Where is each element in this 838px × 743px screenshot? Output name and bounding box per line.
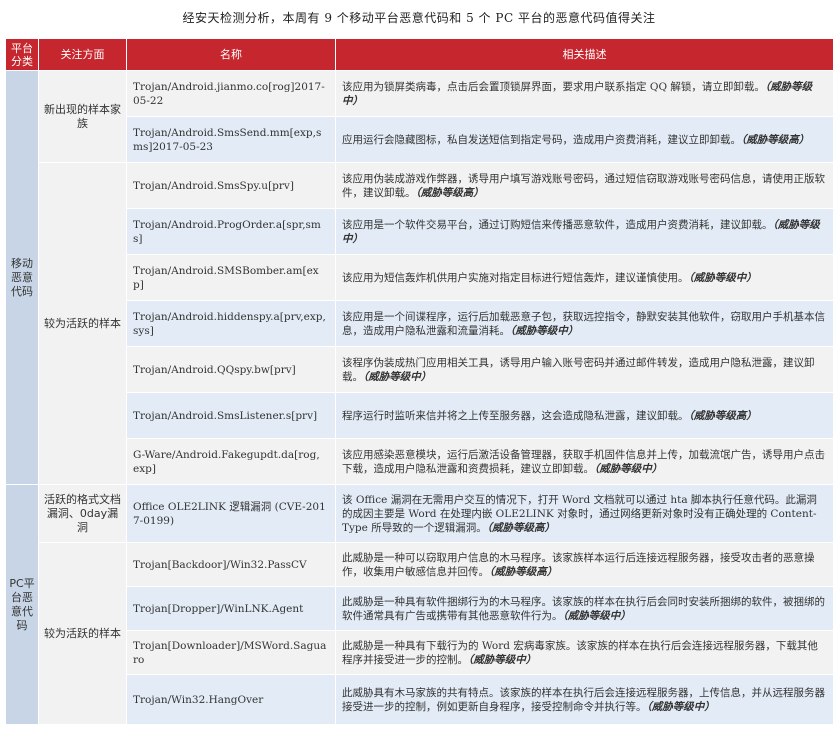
malware-name: Trojan[Dropper]/WinLNK.Agent [126,586,336,631]
table-row: Trojan[Dropper]/WinLNK.Agent 此威胁是一种具有软件捆… [6,586,834,631]
threat-level: （威胁等级中） [688,271,757,284]
malware-name: Trojan/Android.SmsSend.mm[exp,sms]2017-0… [126,116,336,163]
malware-desc: 该 Office 漏洞在无需用户交互的情况下，打开 Word 文档就可以通过 h… [335,484,834,543]
table-row: Trojan/Android.QQspy.bw[prv] 该程序伪装成热门应用相… [6,346,834,393]
focus-pc-vuln: 活跃的格式文档漏洞、0day漏洞 [38,484,127,543]
malware-desc: 该应用伪装成游戏作弊器，诱导用户填写游戏账号密码，通过短信窃取游戏账号密码信息，… [335,162,834,209]
table-row: Trojan/Android.SMSBomber.am[exp] 该应用为短信轰… [6,254,834,301]
malware-desc: 该应用为短信轰炸机供用户实施对指定目标进行短信轰炸，建议谨慎使用。（威胁等级中） [335,254,834,301]
header-desc: 相关描述 [335,38,834,71]
header-focus: 关注方面 [38,38,127,71]
malware-desc: 该应用为锁屏类病毒，点击后会置顶锁屏界面，要求用户联系指定 QQ 解锁，请立即卸… [335,70,834,117]
header-category: 平台分类 [5,38,39,71]
threat-level: （威胁等级中） [594,462,663,475]
malware-desc: 此威胁是一种具有下载行为的 Word 宏病毒家族。该家族的样本在执行后会连接远程… [335,630,834,675]
threat-level: （威胁等级高） [415,186,484,199]
category-mobile: 移动恶意代码 [5,70,39,485]
malware-table: 平台分类 关注方面 名称 相关描述 移动恶意代码 新出现的样本家族 Trojan… [5,38,834,725]
table-row: PC平台恶意代码 活跃的格式文档漏洞、0day漏洞 Office OLE2LIN… [5,484,834,725]
malware-name: Office OLE2LINK 逻辑漏洞 (CVE-2017-0199) [126,484,336,543]
threat-level: （威胁等级中） [510,324,579,337]
table-row: G-Ware/Android.Fakegupdt.da[rog, exp] 该应… [6,438,834,485]
table-row: 较为活跃的样本 Trojan[Backdoor]/Win32.PassCV 此威… [6,542,834,725]
threat-level: （威胁等级高） [486,521,555,534]
header-name: 名称 [126,38,336,71]
malware-desc: 此威胁是一种可以窃取用户信息的木马程序。该家族样本运行后连接远程服务器，接受攻击… [335,542,834,587]
focus-mobile-new: 新出现的样本家族 [38,70,127,163]
malware-name: G-Ware/Android.Fakegupdt.da[rog, exp] [126,438,336,485]
threat-level: （威胁等级中） [363,370,432,383]
table-row: Trojan/Android.hiddenspy.a[prv,exp, sys]… [6,300,834,347]
threat-level: （威胁等级中） [468,653,537,666]
threat-level: （威胁等级高） [741,133,810,146]
malware-name: Trojan/Android.SmsListener.s[prv] [126,392,336,439]
malware-name: Trojan[Downloader]/MSWord.Saguaro [126,630,336,675]
threat-level: （威胁等级中） [562,609,631,622]
category-pc: PC平台恶意代码 [5,484,39,725]
malware-desc: 程序运行时监听来信并将之上传至服务器，这会造成隐私泄露，建议卸载。（威胁等级高） [335,392,834,439]
malware-name: Trojan/Android.SMSBomber.am[exp] [126,254,336,301]
malware-name: Trojan/Android.hiddenspy.a[prv,exp, sys] [126,300,336,347]
malware-desc: 此威胁是一种具有软件捆绑行为的木马程序。该家族的样本在执行后会同时安装所捆绑的软… [335,586,834,631]
header-row: 平台分类 关注方面 名称 相关描述 [5,38,834,71]
malware-name: Trojan/Android.SmsSpy.u[prv] [126,162,336,209]
malware-name: Trojan/Android.jianmo.co[rog]2017-05-22 [126,70,336,117]
malware-name: Trojan/Android.QQspy.bw[prv] [126,346,336,393]
table-row: Trojan/Win32.HangOver 此威胁具有木马家族的共有特点。该家族… [6,674,834,725]
malware-name: Trojan[Backdoor]/Win32.PassCV [126,542,336,587]
table-row: Trojan[Downloader]/MSWord.Saguaro 此威胁是一种… [6,630,834,675]
threat-level: （威胁等级高） [489,565,558,578]
table-row: Trojan/Android.SmsListener.s[prv] 程序运行时监… [6,392,834,439]
malware-name: Trojan/Android.ProgOrder.a[spr,sms] [126,208,336,255]
table-row: 较为活跃的样本 Trojan/Android.SmsSpy.u[prv] 该应用… [6,162,834,485]
threat-level: （威胁等级中） [646,700,715,713]
malware-desc: 该应用是一个软件交易平台，通过订购短信来传播恶意软件，造成用户资费消耗，建议卸载… [335,208,834,255]
malware-desc: 该应用是一个间谍程序，运行后加载恶意子包，获取远控指令，静默安装其他软件，窃取用… [335,300,834,347]
malware-desc: 应用运行会隐藏图标，私自发送短信到指定号码，造成用户资费消耗，建议立即卸载。（威… [335,116,834,163]
table-row: Trojan/Android.SmsSend.mm[exp,sms]2017-0… [6,116,834,163]
table-row: 移动恶意代码 新出现的样本家族 Trojan/Android.jianmo.co… [5,70,834,485]
malware-desc: 该程序伪装成热门应用相关工具，诱导用户输入账号密码并通过邮件转发，造成用户隐私泄… [335,346,834,393]
malware-desc: 此威胁具有木马家族的共有特点。该家族的样本在执行后会连接远程服务器，上传信息，并… [335,674,834,725]
focus-pc-active: 较为活跃的样本 [38,542,127,725]
table-caption: 经安天检测分析，本周有 9 个移动平台恶意代码和 5 个 PC 平台的恶意代码值… [182,11,656,25]
threat-level: （威胁等级高） [688,409,757,422]
malware-name: Trojan/Win32.HangOver [126,674,336,725]
table-row: Trojan/Android.ProgOrder.a[spr,sms] 该应用是… [6,208,834,255]
focus-mobile-active: 较为活跃的样本 [38,162,127,485]
malware-desc: 该应用感染恶意模块，运行后激活设备管理器，获取手机固件信息并上传，加载流氓广告，… [335,438,834,485]
